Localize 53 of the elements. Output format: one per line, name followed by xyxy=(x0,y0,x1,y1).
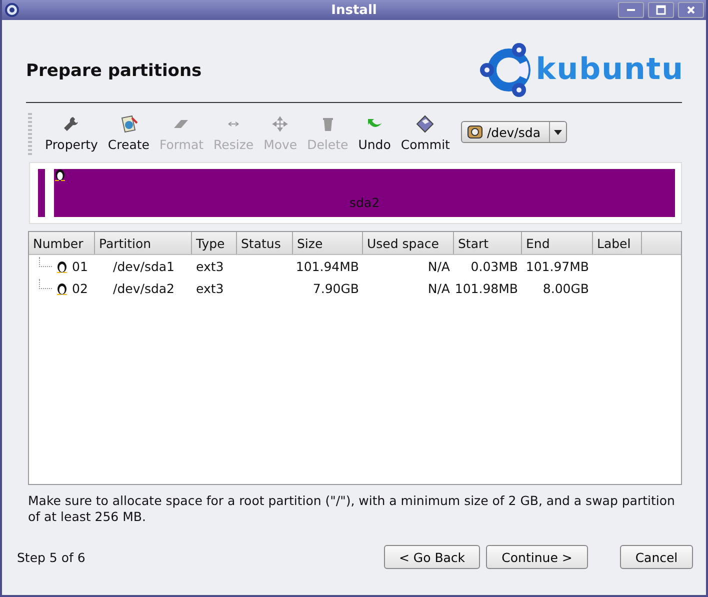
column-header[interactable]: Type xyxy=(192,232,237,254)
maximize-button[interactable] xyxy=(648,2,674,18)
column-header[interactable]: Label xyxy=(593,232,642,254)
table-cell-text: /dev/sda1 xyxy=(112,258,175,274)
table-cell: N/A xyxy=(428,258,450,274)
wizard-button[interactable]: Continue > xyxy=(486,545,588,569)
close-icon xyxy=(686,5,696,15)
logo-text: kubuntu xyxy=(536,55,684,85)
table-cell: 01 xyxy=(72,258,88,274)
table-cell: 02 xyxy=(72,280,88,296)
note-text: Make sure to allocate space for a root partition ("/"), with a minimum size of 2 GB, and a swap partition of at least 256 MB. xyxy=(28,493,676,525)
table-cell: 7.90GB xyxy=(312,280,359,296)
toolbar-button[interactable]: Create xyxy=(102,113,154,154)
table-cell-text: /dev/sda2 xyxy=(112,280,175,296)
column-header[interactable]: Start xyxy=(454,232,522,254)
maximize-icon xyxy=(656,5,666,15)
penguin-icon xyxy=(56,281,68,295)
wrench-icon xyxy=(62,115,80,133)
wizard-button[interactable]: < Go Back xyxy=(384,545,480,569)
table-cell: ext3 xyxy=(196,280,224,296)
column-header[interactable]: Size xyxy=(293,232,363,254)
minimize-button[interactable] xyxy=(618,2,644,18)
penguin-icon xyxy=(56,259,68,273)
column-header[interactable]: Partition xyxy=(95,232,192,254)
step-indicator: Step 5 of 6 xyxy=(17,550,86,564)
table-cell: N/A xyxy=(428,280,450,296)
toolbar-button[interactable]: Undo xyxy=(353,113,396,154)
toolbar-button[interactable]: Commit xyxy=(396,113,455,154)
toolbar-grip[interactable] xyxy=(28,113,32,155)
column-header[interactable]: Number xyxy=(29,232,95,254)
app-icon xyxy=(4,2,20,18)
tree-line xyxy=(39,256,52,266)
table-cell: 101.97MB xyxy=(526,258,589,274)
table-cell: 101.94MB xyxy=(296,258,359,274)
column-header[interactable]: End xyxy=(522,232,593,254)
column-header[interactable]: Status xyxy=(237,232,293,254)
penguin-icon xyxy=(54,167,66,181)
column-header[interactable]: Used space xyxy=(363,232,454,254)
window-title: Install xyxy=(331,2,377,18)
toolbar-button[interactable]: Property xyxy=(40,113,103,154)
caret-icon xyxy=(554,130,562,134)
table-cell: ext3 xyxy=(196,258,224,274)
tree-line xyxy=(39,278,52,288)
table-cell: 8.00GB xyxy=(542,280,589,296)
resize-arrows-icon xyxy=(228,121,240,127)
document-icon xyxy=(118,115,139,133)
page-heading: Prepare partitions xyxy=(26,61,202,81)
table-cell: 101.98MB xyxy=(454,280,518,296)
move-arrows-icon xyxy=(271,115,290,133)
table-cell: 0.03MB xyxy=(470,258,518,274)
wizard-button[interactable]: Cancel xyxy=(620,545,693,569)
close-button[interactable] xyxy=(678,2,704,18)
device-dropdown[interactable]: /dev/sda xyxy=(460,121,567,143)
